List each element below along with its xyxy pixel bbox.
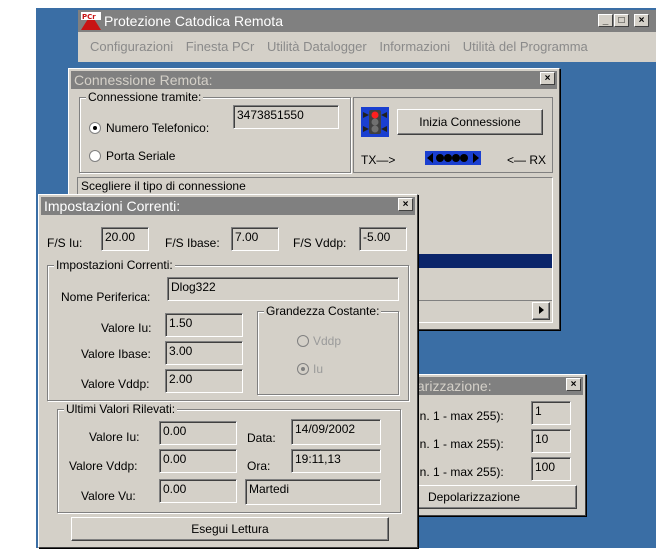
connessione-close-button[interactable]: × xyxy=(540,72,555,85)
valore-vddp-label: Valore Vddp: xyxy=(81,377,150,391)
tx-label: TX—> xyxy=(361,153,396,167)
ultimi-iu-field[interactable]: 0.00 xyxy=(159,421,237,445)
radio-iu-label[interactable]: Iu xyxy=(313,362,323,376)
depol-row3-field[interactable]: 100 xyxy=(531,457,571,481)
depolarizzazione-window: plarizzazione: × min. 1 - max 255): 1 mi… xyxy=(371,374,586,516)
depol-row2-field[interactable]: 10 xyxy=(531,429,571,453)
maximize-button[interactable]: □ xyxy=(614,14,629,27)
ultimi-vddp-label: Valore Vddp: xyxy=(69,459,138,473)
ultimi-valori-title: Ultimi Valori Rilevati: xyxy=(64,402,178,416)
close-icon: × xyxy=(638,15,645,26)
radio-porta-seriale[interactable] xyxy=(89,150,101,162)
depolarizzazione-close-button[interactable]: × xyxy=(566,378,581,391)
inizia-connessione-button[interactable]: Inizia Connessione xyxy=(397,109,543,135)
radio-numero-telefonico[interactable] xyxy=(89,122,101,134)
main-title-bar[interactable]: Protezione Catodica Remota xyxy=(78,10,656,32)
data-label: Data: xyxy=(247,431,276,445)
impostazioni-correnti-group-title: Impostazioni Correnti: xyxy=(54,258,175,272)
fs-iu-label: F/S Iu: xyxy=(47,236,83,250)
minimize-button[interactable]: _ xyxy=(598,14,613,27)
menu-finestra-pcr[interactable]: Finesta PCr xyxy=(186,39,255,54)
giorno-field[interactable]: Martedi xyxy=(245,479,381,505)
depol-row1-label: min. 1 - max 255): xyxy=(407,409,504,423)
close-icon: × xyxy=(402,199,409,210)
menu-utilita-programma[interactable]: Utilità del Programma xyxy=(463,39,588,54)
minimize-icon: _ xyxy=(602,15,609,26)
maximize-icon: □ xyxy=(618,15,625,26)
valore-ibase-field[interactable]: 3.00 xyxy=(165,341,243,365)
radio-vddp-label[interactable]: Vddp xyxy=(313,334,341,348)
fs-ibase-field[interactable]: 7.00 xyxy=(231,227,279,251)
valore-iu-label: Valore Iu: xyxy=(101,321,152,335)
menu-informazioni[interactable]: Informazioni xyxy=(379,39,450,54)
ultimi-vu-label: Valore Vu: xyxy=(81,489,136,503)
chevron-right-icon xyxy=(539,306,544,314)
radio-numero-telefonico-label[interactable]: Numero Telefonico: xyxy=(106,121,209,135)
ultimi-vu-field[interactable]: 0.00 xyxy=(159,479,237,503)
app-title: Protezione Catodica Remota xyxy=(104,13,283,29)
impostazioni-title-bar[interactable]: Impostazioni Correnti: xyxy=(41,197,415,215)
close-button[interactable]: × xyxy=(634,14,649,27)
app-logo-text: PCr xyxy=(82,13,96,21)
app-logo-icon: PCr xyxy=(81,12,101,30)
phone-number-field[interactable]: 3473851550 xyxy=(233,105,339,129)
fs-vddp-field[interactable]: -5.00 xyxy=(359,227,407,251)
radio-vddp[interactable] xyxy=(297,335,309,347)
close-icon: × xyxy=(570,379,577,390)
status-text: Scegliere il tipo di connessione xyxy=(81,179,246,193)
impostazioni-window: Impostazioni Correnti: × F/S Iu: 20.00 F… xyxy=(38,194,418,548)
menu-configurazioni[interactable]: Configurazioni xyxy=(90,39,173,54)
depol-row2-label: min. 1 - max 255): xyxy=(407,437,504,451)
nome-periferica-field[interactable]: Dlog322 xyxy=(167,277,399,301)
connessione-title-bar[interactable]: Connessione Remota: xyxy=(71,71,557,89)
grandezza-costante-title: Grandezza Costante: xyxy=(264,304,382,318)
depol-row1-field[interactable]: 1 xyxy=(531,401,571,425)
valore-ibase-label: Valore Ibase: xyxy=(81,347,151,361)
ultimi-iu-label: Valore Iu: xyxy=(89,430,140,444)
impostazioni-close-button[interactable]: × xyxy=(398,198,413,211)
traffic-light-icon xyxy=(361,107,389,137)
fs-vddp-label: F/S Vddp: xyxy=(293,236,347,250)
depolarizzazione-title-bar[interactable]: plarizzazione: xyxy=(403,377,583,395)
menu-bar: Configurazioni Finesta PCr Utilità Datal… xyxy=(78,36,656,58)
menu-utilita-datalogger[interactable]: Utilità Datalogger xyxy=(267,39,367,54)
close-icon: × xyxy=(544,73,551,84)
grandezza-costante-group: Grandezza Costante: xyxy=(257,304,399,395)
main-window: Protezione Catodica Remota PCr _ □ × Con… xyxy=(78,10,656,62)
modem-activity-icon xyxy=(425,151,481,165)
scroll-right-button[interactable] xyxy=(532,302,550,320)
ora-field[interactable]: 19:11,13 xyxy=(291,449,381,473)
esegui-lettura-button[interactable]: Esegui Lettura xyxy=(71,517,389,541)
rx-label: <— RX xyxy=(507,153,547,167)
fs-iu-field[interactable]: 20.00 xyxy=(101,227,149,251)
connessione-tramite-title: Connessione tramite: xyxy=(86,90,204,104)
data-field[interactable]: 14/09/2002 xyxy=(291,419,381,445)
depolarizzazione-title: plarizzazione: xyxy=(406,378,492,394)
connessione-title: Connessione Remota: xyxy=(74,72,213,88)
impostazioni-title: Impostazioni Correnti: xyxy=(44,198,181,214)
ultimi-vddp-field[interactable]: 0.00 xyxy=(159,449,237,473)
radio-iu[interactable] xyxy=(297,363,309,375)
depol-row3-label: min. 1 - max 255): xyxy=(407,465,504,479)
valore-vddp-field[interactable]: 2.00 xyxy=(165,369,243,393)
valore-iu-field[interactable]: 1.50 xyxy=(165,313,243,337)
ora-label: Ora: xyxy=(247,459,271,473)
radio-porta-seriale-label[interactable]: Porta Seriale xyxy=(106,149,175,163)
nome-periferica-label: Nome Periferica: xyxy=(61,290,151,304)
fs-ibase-label: F/S Ibase: xyxy=(165,236,220,250)
